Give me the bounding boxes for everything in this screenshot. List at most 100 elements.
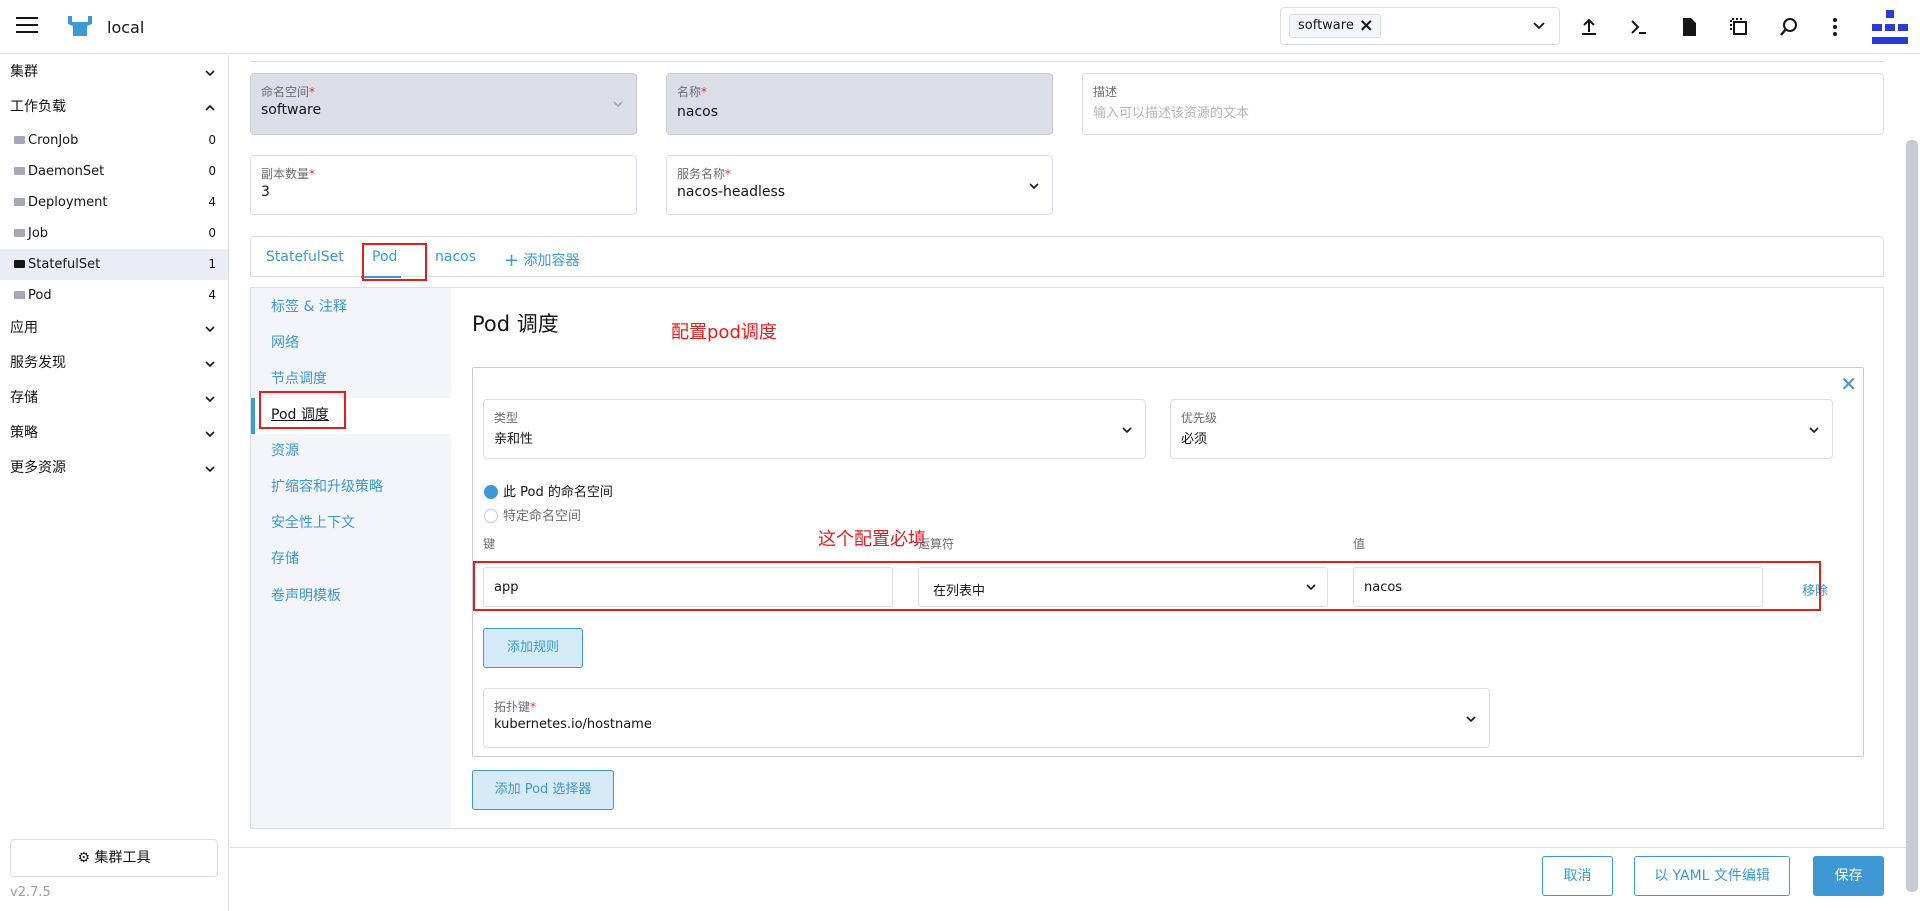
folder-icon	[14, 166, 25, 175]
side-tab-security-context[interactable]: 安全性上下文	[271, 512, 355, 532]
sidebar-group-label: 应用	[10, 320, 38, 336]
cluster-tools-button[interactable]: ⚙ 集群工具	[10, 839, 218, 877]
divider	[250, 61, 1884, 62]
side-tab-volume-claim-templates[interactable]: 卷声明模板	[271, 585, 341, 605]
sidebar-group-cluster[interactable]: 集群	[0, 55, 228, 90]
folder-icon	[14, 259, 25, 268]
scrollbar[interactable]	[1906, 140, 1918, 892]
sidebar-group-label: 策略	[10, 425, 38, 441]
add-container-button[interactable]: + 添加容器	[504, 249, 580, 271]
search-icon[interactable]	[1778, 16, 1800, 38]
field-label: 拓扑键*	[494, 700, 537, 714]
field-label: 命名空间*	[261, 85, 316, 99]
add-pod-selector-button[interactable]: 添加 Pod 选择器	[472, 770, 614, 810]
radio-specific-namespace[interactable]: 特定命名空间	[484, 505, 581, 524]
sidebar-item-statefulset[interactable]: StatefulSet 1	[0, 249, 228, 280]
radio-label: 特定命名空间	[503, 509, 582, 524]
field-label: 副本数量*	[261, 167, 316, 181]
sidebar-item-daemonset[interactable]: DaemonSet 0	[0, 156, 228, 187]
cluster-name: local	[107, 18, 145, 37]
sidebar-item-pod[interactable]: Pod 4	[0, 280, 228, 311]
folder-icon	[14, 290, 25, 299]
side-tab-node-scheduling[interactable]: 节点调度	[271, 368, 327, 388]
add-rule-button[interactable]: 添加规则	[483, 628, 583, 668]
field-value: software	[261, 102, 322, 118]
name-field: 名称* nacos	[666, 73, 1053, 135]
field-label: 描述	[1093, 85, 1118, 99]
shell-icon[interactable]	[1628, 16, 1650, 38]
annotation-box-pod-scheduling	[259, 391, 346, 429]
sidebar-group-storage[interactable]: 存储	[0, 381, 228, 416]
sidebar-group-apps[interactable]: 应用	[0, 311, 228, 346]
side-tabs: 标签 & 注释 网络 节点调度 Pod 调度 资源 扩缩容和升级策略 安全性上下…	[251, 288, 451, 828]
side-tab-resources[interactable]: 资源	[271, 440, 299, 460]
side-tab-storage[interactable]: 存储	[271, 548, 299, 568]
radio-this-pod-namespace[interactable]: 此 Pod 的命名空间	[484, 481, 613, 500]
pod-settings-panel: 标签 & 注释 网络 节点调度 Pod 调度 资源 扩缩容和升级策略 安全性上下…	[250, 287, 1884, 829]
sidebar-group-policy[interactable]: 策略	[0, 416, 228, 451]
sidebar-group-label: 存储	[10, 390, 38, 406]
topology-key-select[interactable]: 拓扑键* kubernetes.io/hostname	[483, 688, 1490, 748]
sidebar-group-workload[interactable]: 工作负载	[0, 90, 228, 125]
side-tab-labels-annotations[interactable]: 标签 & 注释	[271, 296, 347, 316]
annotation-box-pod-tab	[362, 243, 427, 281]
upload-icon[interactable]	[1578, 16, 1600, 38]
column-label-operator: 运算符	[918, 537, 955, 551]
sidebar-item-cronjob[interactable]: CronJob 0	[0, 125, 228, 156]
priority-select[interactable]: 优先级 必须	[1170, 399, 1833, 459]
field-value: nacos	[677, 104, 719, 120]
sidebar-item-count: 0	[208, 164, 216, 178]
chevron-down-icon[interactable]	[1531, 17, 1547, 33]
radio-checked-icon	[484, 484, 498, 499]
field-placeholder: 输入可以描述该资源的文本	[1093, 106, 1250, 121]
sidebar-item-label: DaemonSet	[28, 164, 105, 179]
sidebar-group-service-discovery[interactable]: 服务发现	[0, 346, 228, 381]
replicas-input[interactable]: 副本数量* 3	[250, 155, 637, 215]
side-tab-network[interactable]: 网络	[271, 332, 299, 352]
sidebar-group-more-resources[interactable]: 更多资源	[0, 451, 228, 486]
add-container-label: 添加容器	[523, 253, 580, 269]
menu-icon[interactable]	[16, 17, 38, 35]
sidebar-item-count: 4	[208, 195, 216, 209]
affinity-type-select[interactable]: 类型 亲和性	[483, 399, 1146, 459]
copy-icon[interactable]	[1728, 16, 1750, 38]
sidebar-group-label: 工作负载	[10, 99, 66, 115]
description-input[interactable]: 描述 输入可以描述该资源的文本	[1082, 73, 1884, 135]
close-icon[interactable]: ×	[1359, 15, 1374, 37]
edit-yaml-button[interactable]: 以 YAML 文件编辑	[1634, 856, 1790, 896]
field-value: nacos-headless	[677, 184, 786, 200]
field-label: 服务名称*	[677, 167, 732, 181]
cancel-button[interactable]: 取消	[1542, 856, 1613, 896]
annotation-box-rule	[473, 561, 1821, 611]
annotation-text-required: 这个配置必填	[818, 529, 926, 550]
container-tabs: StatefulSet Pod nacos + 添加容器	[250, 236, 1884, 278]
page-title: Pod 调度	[472, 312, 559, 336]
chevron-down-icon	[1466, 716, 1476, 723]
sidebar-item-label: StatefulSet	[28, 257, 101, 272]
side-tab-scaling-upgrade[interactable]: 扩缩容和升级策略	[271, 476, 383, 496]
sidebar-item-deployment[interactable]: Deployment 4	[0, 187, 228, 218]
namespace-filter-select[interactable]: software ×	[1280, 7, 1560, 45]
tab-nacos[interactable]: nacos	[435, 249, 476, 265]
more-icon[interactable]	[1824, 16, 1846, 38]
folder-icon	[14, 197, 25, 206]
user-avatar-icon[interactable]	[1872, 10, 1908, 46]
namespace-chip: software ×	[1289, 14, 1381, 38]
sidebar: 集群 工作负载 CronJob 0 DaemonSet 0 Deployment…	[0, 55, 229, 911]
file-icon[interactable]	[1678, 16, 1700, 38]
folder-icon	[14, 228, 25, 237]
sidebar-item-label: CronJob	[28, 133, 79, 148]
chevron-down-icon	[613, 101, 623, 108]
main-content: 命名空间* software 名称* nacos 描述 输入可以描述该资源的文本…	[230, 55, 1910, 911]
service-name-select[interactable]: 服务名称* nacos-headless	[666, 155, 1053, 215]
field-value: 亲和性	[494, 432, 534, 447]
column-label-value: 值	[1353, 537, 1366, 551]
sidebar-item-job[interactable]: Job 0	[0, 218, 228, 249]
sidebar-item-count: 4	[208, 288, 216, 302]
field-value: kubernetes.io/hostname	[494, 717, 652, 732]
tab-statefulset[interactable]: StatefulSet	[266, 249, 344, 265]
radio-unchecked-icon	[484, 508, 498, 523]
close-icon[interactable]: ✕	[1840, 372, 1857, 396]
save-button[interactable]: 保存	[1813, 856, 1884, 896]
folder-icon	[14, 135, 25, 144]
